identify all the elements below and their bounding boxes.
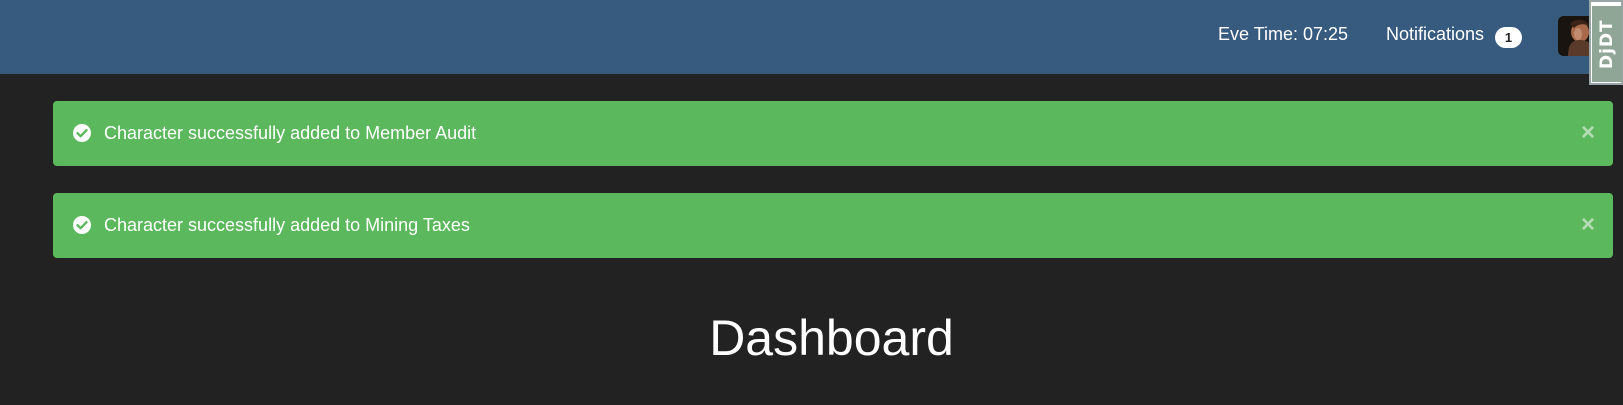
- success-alert-mining-taxes: Character successfully added to Mining T…: [53, 193, 1613, 258]
- eve-time: Eve Time: 07:25: [1218, 24, 1349, 44]
- success-alert-member-audit: Character successfully added to Member A…: [53, 101, 1613, 166]
- notifications-link[interactable]: Notifications: [1386, 24, 1484, 45]
- alert-message: Character successfully added to Member A…: [104, 123, 477, 143]
- alert-message: Character successfully added to Mining T…: [104, 215, 470, 235]
- debug-toolbar-handle[interactable]: DjDT: [1589, 0, 1623, 85]
- notifications-count-badge[interactable]: 1: [1495, 27, 1522, 48]
- page-title: Dashboard: [709, 310, 954, 366]
- close-icon[interactable]: ×: [1576, 121, 1600, 145]
- check-circle-icon: [73, 124, 91, 142]
- debug-toolbar-label: DjDT: [1592, 6, 1622, 82]
- top-navbar: [0, 0, 1623, 74]
- close-icon[interactable]: ×: [1576, 213, 1600, 237]
- check-circle-icon: [73, 216, 91, 234]
